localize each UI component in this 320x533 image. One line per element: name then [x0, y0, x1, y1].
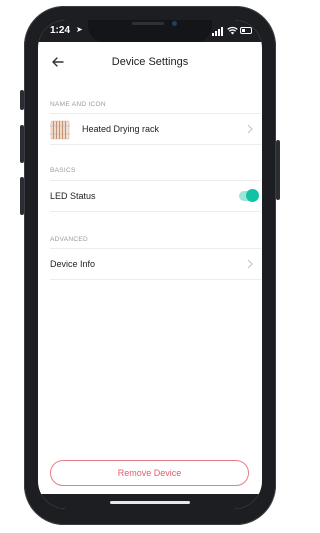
battery-icon [240, 27, 252, 34]
section-label-name-and-icon: NAME AND ICON [50, 101, 106, 108]
led-status-label: LED Status [50, 191, 96, 201]
device-name-label: Heated Drying rack [82, 124, 160, 134]
device-info-label: Device Info [50, 259, 96, 269]
page-title: Device Settings [111, 56, 189, 68]
location-arrow-icon: ➤ [76, 25, 83, 34]
chevron-right-icon [247, 124, 253, 134]
status-time: 1:24 [50, 25, 71, 36]
device-name-row[interactable]: Heated Drying rack [50, 113, 261, 145]
speaker-grille [132, 22, 164, 25]
section-label-advanced: ADVANCED [50, 236, 89, 243]
wifi-icon [227, 26, 238, 35]
toggle-knob [246, 189, 259, 202]
remove-device-button[interactable]: Remove Device [50, 460, 249, 486]
header: Device Settings [38, 42, 262, 84]
device-info-row[interactable]: Device Info [50, 248, 261, 280]
power-button [276, 140, 280, 200]
heated-drying-rack-icon [50, 120, 70, 140]
cellular-signal-icon [212, 27, 224, 36]
led-status-toggle[interactable] [239, 189, 259, 202]
chevron-right-icon [247, 259, 253, 269]
front-camera [172, 21, 177, 26]
notch [88, 20, 212, 42]
led-status-row: LED Status [50, 180, 261, 212]
section-label-basics: BASICS [50, 167, 76, 174]
home-indicator[interactable] [110, 501, 190, 504]
phone-screen: 1:24 ➤ Device Settings NAME AND ICON Hea… [38, 20, 262, 509]
status-bar: 1:24 ➤ [38, 20, 262, 42]
